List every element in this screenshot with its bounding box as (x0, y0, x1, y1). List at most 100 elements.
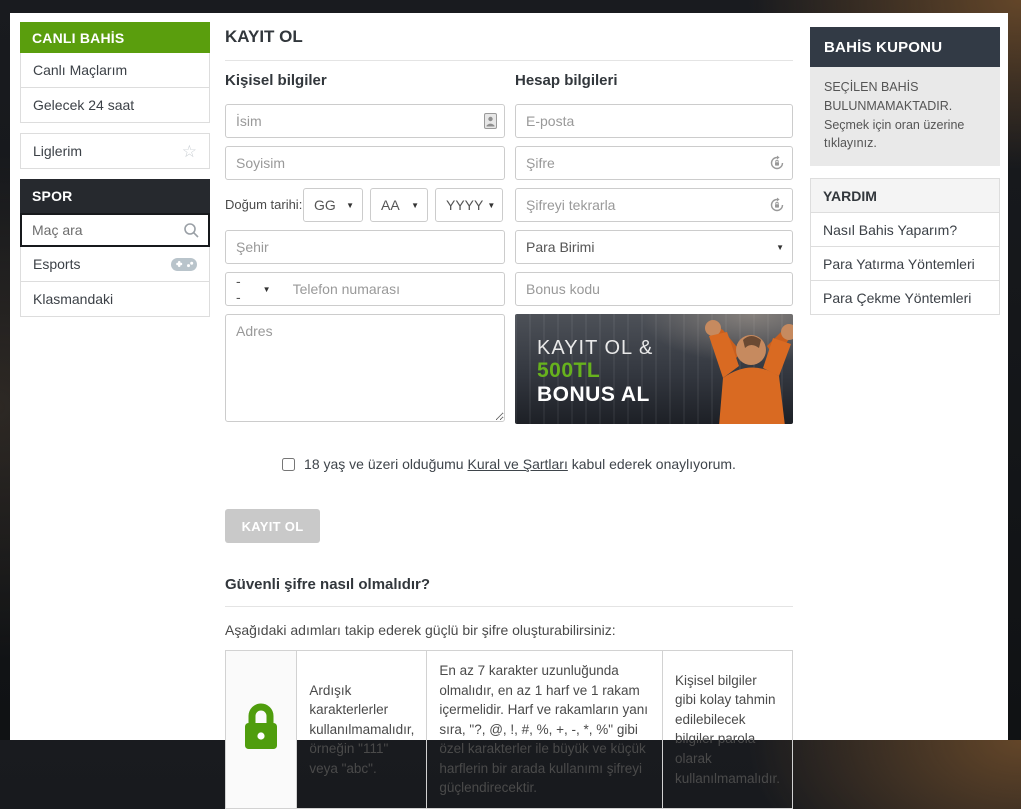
right-sidebar: BAHİS KUPONU SEÇİLEN BAHİS BULUNMAMAKTAD… (810, 22, 1000, 809)
help-item-label: Nasıl Bahis Yaparım? (823, 222, 957, 238)
bet-slip-empty-message: SEÇİLEN BAHİS BULUNMAMAKTADIR. Seçmek iç… (810, 67, 1000, 166)
terms-link[interactable]: Kural ve Şartları (467, 456, 567, 472)
sidebar-item-klasmandaki[interactable]: Klasmandaki (20, 282, 210, 317)
sidebar-item-label: Esports (33, 256, 80, 272)
password-input[interactable] (516, 147, 792, 179)
birth-day-select[interactable]: GG ▼ (303, 188, 363, 222)
password-repeat-box (515, 188, 793, 222)
sidebar-item-label: Klasmandaki (33, 291, 113, 307)
password-rule-cell: Kişisel bilgiler gibi kolay tahmin edile… (662, 651, 792, 809)
password-generate-icon[interactable] (769, 197, 785, 213)
register-submit-button[interactable]: KAYIT OL (225, 509, 320, 543)
personal-info-heading: Kişisel bilgiler (225, 72, 505, 91)
phone-country-code-select[interactable]: -- ▼ (226, 273, 281, 305)
sidebar-item-esports[interactable]: Esports (20, 247, 210, 282)
bonus-banner[interactable]: KAYIT OL & 500TL BONUS AL (515, 314, 793, 424)
password-intro-text: Aşağıdaki adımları takip ederek güçlü bi… (225, 622, 793, 638)
email-box (515, 104, 793, 138)
city-box (225, 230, 505, 264)
currency-value: Para Birimi (526, 239, 594, 255)
account-info-heading: Hesap bilgileri (515, 72, 793, 91)
birth-day-value: GG (314, 197, 336, 213)
banner-text: KAYIT OL & 500TL BONUS AL (537, 337, 653, 406)
lock-cell (226, 651, 297, 809)
password-generate-icon[interactable] (769, 155, 785, 171)
bet-slip-header-label: BAHİS KUPONU (824, 39, 942, 56)
lock-icon (240, 702, 282, 752)
cheering-fan-illustration (679, 316, 793, 424)
banner-line1: KAYIT OL & (537, 337, 653, 359)
help-item-label: Para Çekme Yöntemleri (823, 290, 971, 306)
age-terms-checkbox[interactable] (282, 458, 295, 471)
terms-suffix: kabul ederek onaylıyorum. (568, 456, 736, 472)
bet-slip-header: BAHİS KUPONU (810, 27, 1000, 67)
banner-line2: 500TL (537, 359, 653, 383)
terms-prefix: 18 yaş ve üzeri olduğumu (304, 456, 467, 472)
terms-row: 18 yaş ve üzeri olduğumu Kural ve Şartla… (225, 456, 793, 472)
help-header: YARDIM (811, 179, 999, 212)
birth-month-select[interactable]: AA ▼ (370, 188, 428, 222)
personal-info-column: Kişisel bilgiler (225, 72, 505, 435)
page-title: KAYIT OL (225, 22, 793, 60)
birthdate-row: Doğum tarihi: GG ▼ AA ▼ YYYY ▼ (225, 188, 505, 222)
address-textarea[interactable] (225, 314, 505, 422)
terms-text: 18 yaş ve üzeri olduğumu Kural ve Şartla… (304, 456, 736, 472)
currency-select[interactable]: Para Birimi ▼ (515, 230, 793, 264)
sidebar-item-label: Canlı Maçlarım (33, 62, 127, 78)
sidebar-item-label: Liglerim (33, 143, 82, 159)
bonus-code-box (515, 272, 793, 306)
sidebar-header-label: SPOR (32, 188, 72, 204)
chevron-down-icon: ▼ (263, 285, 271, 294)
page-container: CANLI BAHİS Canlı Maçlarım Gelecek 24 sa… (10, 13, 1008, 740)
birth-year-value: YYYY (446, 197, 483, 213)
sidebar-item-label: Gelecek 24 saat (33, 97, 134, 113)
title-divider (225, 60, 793, 61)
chevron-down-icon: ▼ (776, 243, 784, 252)
phone-input[interactable] (281, 273, 504, 305)
sidebar-item-gelecek-24-saat[interactable]: Gelecek 24 saat (20, 88, 210, 123)
city-input[interactable] (226, 231, 504, 263)
help-item-label: Para Yatırma Yöntemleri (823, 256, 975, 272)
help-item-para-yatirma[interactable]: Para Yatırma Yöntemleri (811, 246, 999, 280)
password-section-divider (225, 606, 793, 607)
last-name-box (225, 146, 505, 180)
sidebar-header-canli-bahis[interactable]: CANLI BAHİS (20, 22, 210, 53)
match-search-input[interactable] (32, 222, 183, 238)
password-rules-table: Ardışık karakterlerler kullanılmamalıdır… (225, 650, 793, 809)
chevron-down-icon: ▼ (346, 201, 354, 210)
bonus-code-input[interactable] (516, 273, 792, 305)
password-repeat-input[interactable] (516, 189, 792, 221)
sidebar-item-liglerim[interactable]: Liglerim ☆ (20, 133, 210, 169)
autofill-contact-icon[interactable] (484, 113, 497, 129)
first-name-input[interactable] (226, 105, 504, 137)
secure-password-heading: Güvenli şifre nasıl olmalıdır? (225, 576, 793, 606)
chevron-down-icon: ▼ (411, 201, 419, 210)
address-row (225, 314, 505, 427)
birth-year-select[interactable]: YYYY ▼ (435, 188, 503, 222)
birth-month-value: AA (381, 197, 400, 213)
birthdate-label: Doğum tarihi: (225, 197, 303, 213)
last-name-input[interactable] (226, 147, 504, 179)
search-icon (183, 222, 200, 239)
gamepad-icon (171, 257, 197, 272)
email-input[interactable] (516, 105, 792, 137)
sidebar-item-canli-maclarim[interactable]: Canlı Maçlarım (20, 53, 210, 88)
password-rule-cell: En az 7 karakter uzunluğunda olmalıdır, … (427, 651, 663, 809)
table-row: Ardışık karakterlerler kullanılmamalıdır… (226, 651, 793, 809)
registration-main: KAYIT OL Kişisel bilgiler (225, 22, 793, 809)
password-box (515, 146, 793, 180)
sidebar-header-spor[interactable]: SPOR (20, 179, 210, 213)
left-sidebar: CANLI BAHİS Canlı Maçlarım Gelecek 24 sa… (20, 22, 210, 809)
phone-code-value: -- (236, 273, 241, 305)
password-rule-cell: Ardışık karakterlerler kullanılmamalıdır… (297, 651, 427, 809)
chevron-down-icon: ▼ (487, 201, 495, 210)
banner-line3: BONUS AL (537, 383, 653, 407)
help-panel: YARDIM Nasıl Bahis Yaparım? Para Yatırma… (810, 178, 1000, 315)
account-info-column: Hesap bilgileri (515, 72, 793, 435)
help-item-nasil-bahis[interactable]: Nasıl Bahis Yaparım? (811, 212, 999, 246)
star-icon: ☆ (182, 143, 197, 160)
sidebar-header-label: CANLI BAHİS (32, 30, 124, 46)
first-name-box (225, 104, 505, 138)
help-item-para-cekme[interactable]: Para Çekme Yöntemleri (811, 280, 999, 314)
match-search-box (20, 213, 210, 247)
